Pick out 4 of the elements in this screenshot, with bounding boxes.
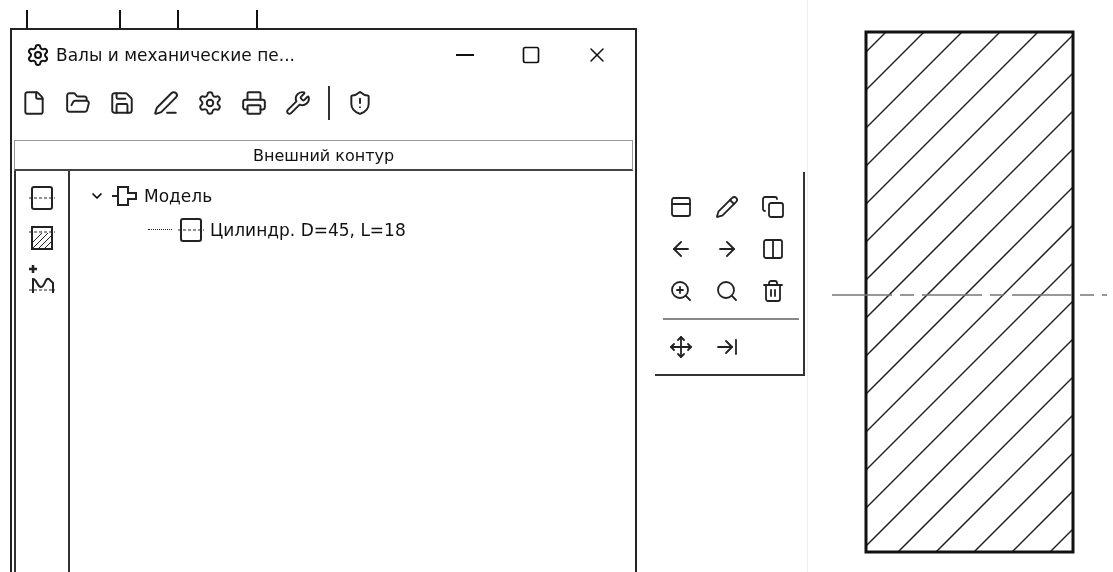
tree-item[interactable]: Цилиндр. D=45, L=18 — [210, 220, 406, 240]
window-title: Валы и механические пе... — [56, 45, 296, 65]
section-header: Внешний контур — [14, 140, 634, 171]
tree-item[interactable]: Модель — [144, 186, 213, 206]
